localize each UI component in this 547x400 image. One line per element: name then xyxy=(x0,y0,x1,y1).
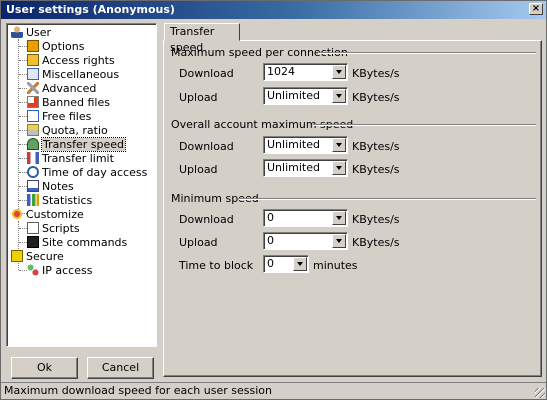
chevron-down-icon[interactable] xyxy=(332,211,346,225)
time-unit-label: minutes xyxy=(313,259,358,272)
min-download-combo[interactable]: 0 xyxy=(263,209,348,227)
combo-value: 0 xyxy=(267,211,274,224)
chevron-down-icon[interactable] xyxy=(293,257,307,271)
speedometer-icon xyxy=(27,138,39,150)
cancel-button[interactable]: Cancel xyxy=(87,357,154,379)
overall-upload-combo[interactable]: Unlimited xyxy=(263,159,348,177)
tree-connector xyxy=(18,263,19,270)
tree-item-free-files[interactable]: Free files xyxy=(27,110,91,124)
tree-item-ip-access[interactable]: IP access xyxy=(27,264,92,278)
ok-button[interactable]: Ok xyxy=(11,357,78,379)
window-title: User settings (Anonymous) xyxy=(6,3,175,16)
tree-item-miscellaneous[interactable]: Miscellaneous xyxy=(27,68,119,82)
tree-item-notes[interactable]: Notes xyxy=(27,180,74,194)
close-button[interactable]: × xyxy=(529,3,543,15)
tree-item-site-commands[interactable]: Site commands xyxy=(27,236,127,250)
advanced-icon xyxy=(27,82,39,94)
group-divider xyxy=(313,124,536,126)
unit-label: KBytes/s xyxy=(352,91,400,104)
customize-icon xyxy=(11,208,23,220)
unit-label: KBytes/s xyxy=(352,236,400,249)
time-to-block-combo[interactable]: 0 xyxy=(263,255,309,273)
tree-item-access-rights[interactable]: Access rights xyxy=(27,54,115,68)
status-bar: Maximum download speed for each user ses… xyxy=(1,382,546,399)
min-upload-combo[interactable]: 0 xyxy=(263,232,348,250)
options-icon xyxy=(27,40,39,52)
tree-item-secure[interactable]: Secure xyxy=(11,250,64,264)
download-label: Download xyxy=(179,140,234,153)
group-divider xyxy=(239,198,536,200)
unit-label: KBytes/s xyxy=(352,140,400,153)
clock-icon xyxy=(27,166,39,178)
combo-value: Unlimited xyxy=(267,89,320,102)
overall-download-combo[interactable]: Unlimited xyxy=(263,136,348,154)
chevron-down-icon[interactable] xyxy=(332,138,346,152)
title-bar[interactable]: User settings (Anonymous) × xyxy=(1,1,546,19)
tree-item-scripts[interactable]: Scripts xyxy=(27,222,80,236)
tree-item-transfer-limit[interactable]: Transfer limit xyxy=(27,152,114,166)
combo-value: 1024 xyxy=(267,65,295,78)
chevron-down-icon[interactable] xyxy=(332,89,346,103)
access-rights-icon xyxy=(27,54,39,66)
combo-value: Unlimited xyxy=(267,138,320,151)
free-files-icon xyxy=(27,110,39,122)
miscellaneous-icon xyxy=(27,68,39,80)
quota-icon xyxy=(27,124,39,136)
chevron-down-icon[interactable] xyxy=(332,234,346,248)
resize-grip-icon[interactable] xyxy=(535,388,545,398)
max-connection-download-combo[interactable]: 1024 xyxy=(263,63,348,81)
user-icon xyxy=(11,26,23,38)
notes-icon xyxy=(27,180,39,192)
upload-label: Upload xyxy=(179,163,218,176)
unit-label: KBytes/s xyxy=(352,163,400,176)
tree-item-banned-files[interactable]: Banned files xyxy=(27,96,110,110)
tab-transfer-speed[interactable]: Transfer speed xyxy=(164,23,240,54)
transfer-limit-icon xyxy=(27,152,39,164)
chevron-down-icon[interactable] xyxy=(332,65,346,79)
max-connection-upload-combo[interactable]: Unlimited xyxy=(263,87,348,105)
site-commands-icon xyxy=(27,236,39,248)
upload-label: Upload xyxy=(179,91,218,104)
status-text: Maximum download speed for each user ses… xyxy=(4,384,272,397)
statistics-icon xyxy=(27,194,39,206)
upload-label: Upload xyxy=(179,236,218,249)
tree-item-quota-ratio[interactable]: Quota, ratio xyxy=(27,124,108,138)
tree-item-options[interactable]: Options xyxy=(27,40,84,54)
tree-item-statistics[interactable]: Statistics xyxy=(27,194,92,208)
time-to-block-label: Time to block xyxy=(179,259,254,272)
tree-item-time-of-day-access[interactable]: Time of day access xyxy=(27,166,147,180)
tree-item-transfer-speed[interactable]: Transfer speed xyxy=(27,137,126,152)
download-label: Download xyxy=(179,213,234,226)
combo-value: 0 xyxy=(267,234,274,247)
chevron-down-icon[interactable] xyxy=(332,161,346,175)
download-label: Download xyxy=(179,67,234,80)
tree-item-advanced[interactable]: Advanced xyxy=(27,82,96,96)
user-settings-window: User settings (Anonymous) × User Options xyxy=(0,0,547,400)
ip-access-icon xyxy=(27,264,39,276)
tree-item-customize[interactable]: Customize xyxy=(11,208,84,222)
unit-label: KBytes/s xyxy=(352,213,400,226)
secure-icon xyxy=(11,250,23,262)
scripts-icon xyxy=(27,222,39,234)
tree-item-label: User xyxy=(26,26,52,39)
combo-value: Unlimited xyxy=(267,161,320,174)
group-divider xyxy=(318,52,536,54)
tree-item-user[interactable]: User xyxy=(11,26,51,40)
banned-files-icon xyxy=(27,96,39,108)
combo-value: 0 xyxy=(267,257,274,270)
unit-label: KBytes/s xyxy=(352,67,400,80)
settings-tree[interactable]: User Options Access rights Miscellaneous… xyxy=(6,23,157,347)
